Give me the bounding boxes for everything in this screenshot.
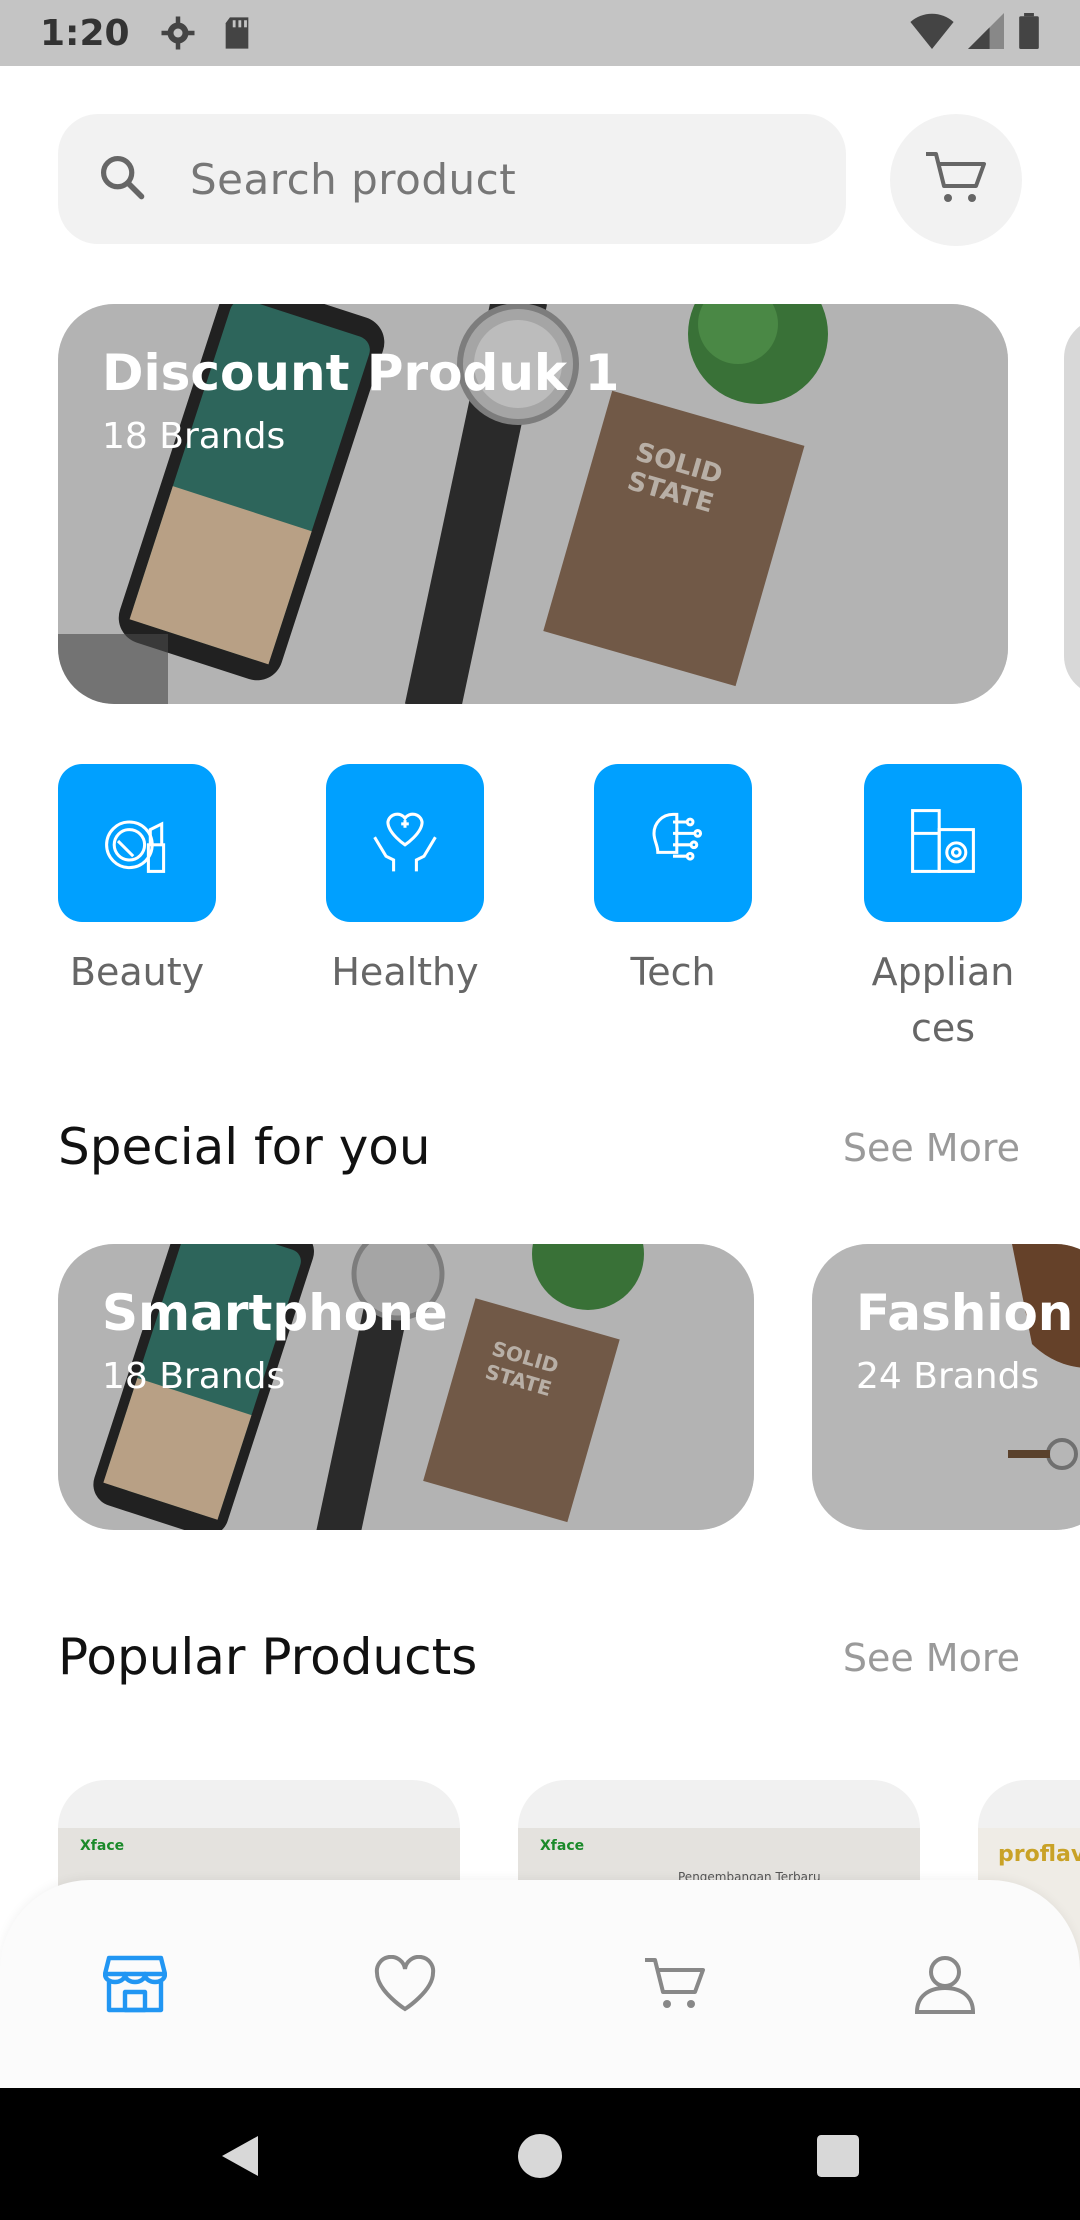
category-healthy[interactable]: Healthy [326,764,484,1000]
back-button[interactable] [200,2118,280,2198]
sd-card-icon [222,16,252,50]
banner-title: Discount Produk 1 [102,344,620,402]
special-card-fashion[interactable]: Fashion 24 Brands [812,1244,1080,1530]
tech-icon [635,803,711,883]
home-icon [518,2134,562,2182]
nav-cart[interactable] [635,1946,715,2026]
shop-icon [102,1954,168,2018]
home-button[interactable] [500,2118,580,2198]
category-label: Healthy [331,950,479,994]
cart-icon [924,150,988,210]
appliances-icon [905,803,981,883]
special-see-more-link[interactable]: See More [843,1126,1020,1170]
product-logo: Xface [80,1838,125,1854]
special-section-title: Special for you [58,1118,431,1176]
banner-subtitle: 18 Brands [102,416,286,457]
wifi-icon [910,13,954,53]
category-label: Applian ces [871,950,1015,1050]
category-tile [58,764,216,922]
bottom-nav [0,1880,1080,2088]
product-logo: Xface [540,1838,585,1854]
card-subtitle: 18 Brands [102,1356,286,1397]
card-subtitle: 24 Brands [856,1356,1040,1397]
category-beauty[interactable]: Beauty [58,764,216,1000]
status-time: 1:20 [40,12,130,54]
screen: 1:20 Search product SOLID STATE Discount… [0,0,1080,2220]
nav-favorites[interactable] [365,1946,445,2026]
nav-profile[interactable] [905,1946,985,2026]
category-label: Beauty [69,950,205,994]
cart-icon [643,1956,707,2016]
system-nav-bar [0,2088,1080,2220]
card-title: Fashion [856,1284,1074,1342]
category-label: Tech [630,950,716,994]
next-banner-peek[interactable] [1064,318,1080,696]
category-tile [594,764,752,922]
category-tech[interactable]: Tech [594,764,752,1000]
recents-icon [817,2135,859,2181]
popular-see-more-link[interactable]: See More [843,1636,1020,1680]
special-card-smartphone[interactable]: SOLID STATE Smartphone 18 Brands [58,1244,754,1530]
settings-icon [160,15,196,51]
nav-shop[interactable] [95,1946,175,2026]
status-right [910,0,1040,66]
popular-section-title: Popular Products [58,1628,478,1686]
cart-button[interactable] [890,114,1022,246]
battery-icon [1018,13,1040,53]
category-tile [864,764,1022,922]
category-appliances[interactable]: Applian ces [864,764,1022,1056]
signal-icon [968,13,1004,53]
promo-banner[interactable]: SOLID STATE Discount Produk 1 18 Brands [58,304,1008,704]
status-bar: 1:20 [0,0,1080,66]
health-icon [367,803,443,883]
search-input[interactable]: Search product [58,114,846,244]
beauty-icon [99,803,175,883]
search-icon [96,151,148,207]
user-icon [913,1952,977,2020]
search-placeholder: Search product [190,154,517,204]
recents-button[interactable] [798,2118,878,2198]
card-title: Smartphone [102,1284,448,1342]
heart-icon [373,1954,437,2017]
product-logo: proflava [998,1842,1080,1867]
category-tile [326,764,484,922]
back-icon [218,2132,262,2184]
